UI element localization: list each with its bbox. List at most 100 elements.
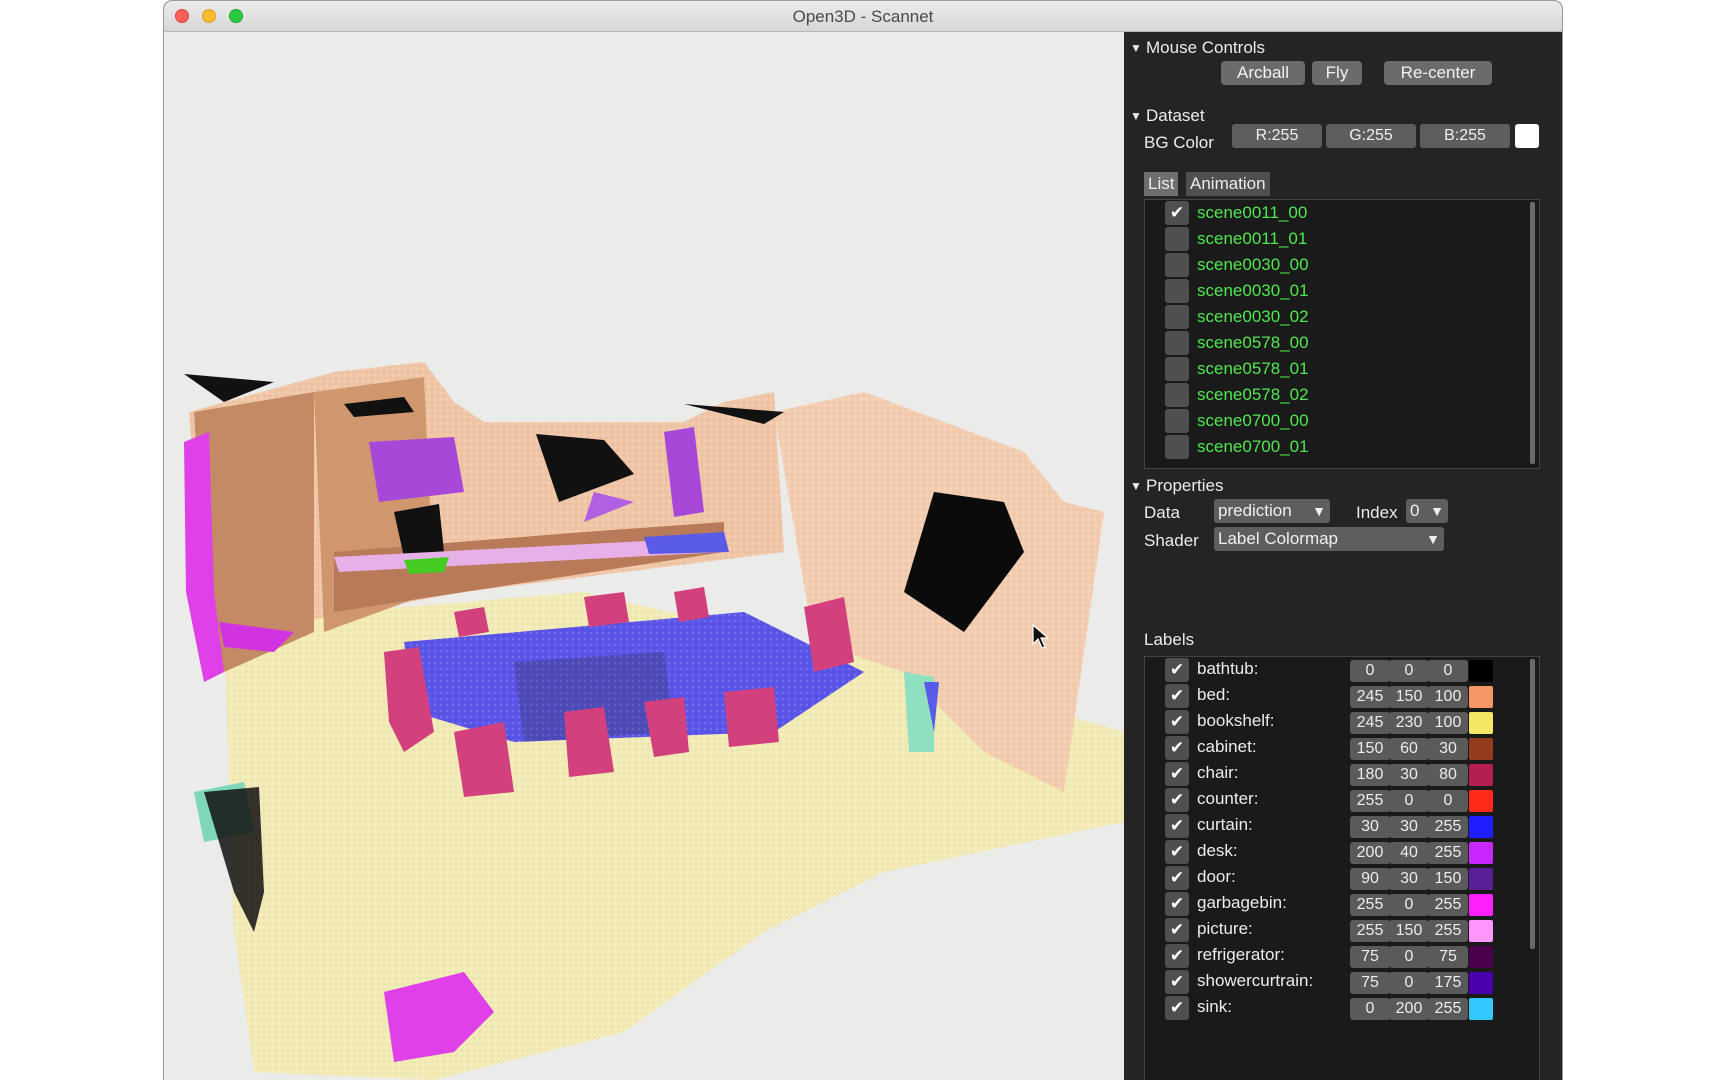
label-b-input[interactable]: 150 [1428, 868, 1468, 890]
label-g-input[interactable]: 0 [1389, 972, 1429, 994]
label-checkbox[interactable]: ✔ [1165, 762, 1189, 786]
label-r-input[interactable]: 255 [1350, 894, 1390, 916]
label-color-swatch[interactable] [1469, 842, 1493, 864]
label-b-input[interactable]: 255 [1428, 842, 1468, 864]
label-r-input[interactable]: 75 [1350, 946, 1390, 968]
mouse-controls-header[interactable]: ▼ Mouse Controls [1128, 38, 1265, 58]
label-g-input[interactable]: 200 [1389, 998, 1429, 1020]
scene-checkbox[interactable] [1165, 279, 1189, 303]
scene-checkbox[interactable] [1165, 357, 1189, 381]
label-checkbox[interactable]: ✔ [1165, 658, 1189, 682]
label-checkbox[interactable]: ✔ [1165, 944, 1189, 968]
arcball-button[interactable]: Arcball [1221, 61, 1305, 85]
label-r-input[interactable]: 245 [1350, 712, 1390, 734]
label-color-swatch[interactable] [1469, 712, 1493, 734]
label-r-input[interactable]: 180 [1350, 764, 1390, 786]
scene-checkbox[interactable] [1165, 305, 1189, 329]
label-g-input[interactable]: 40 [1389, 842, 1429, 864]
scene-list-item[interactable]: scene0700_01 [1145, 435, 1525, 461]
scene-checkbox[interactable] [1165, 383, 1189, 407]
label-b-input[interactable]: 255 [1428, 816, 1468, 838]
scene-list-item[interactable]: scene0030_00 [1145, 253, 1525, 279]
scene-list-item[interactable]: ✔ scene0011_00 [1145, 201, 1525, 227]
label-b-input[interactable]: 80 [1428, 764, 1468, 786]
label-r-input[interactable]: 0 [1350, 660, 1390, 682]
point-cloud-render[interactable] [164, 32, 1124, 1080]
label-g-input[interactable]: 30 [1389, 868, 1429, 890]
scene-checkbox[interactable] [1165, 331, 1189, 355]
label-checkbox[interactable]: ✔ [1165, 866, 1189, 890]
label-checkbox[interactable]: ✔ [1165, 970, 1189, 994]
index-select[interactable]: 0 ▼ [1406, 499, 1448, 523]
label-g-input[interactable]: 0 [1389, 946, 1429, 968]
label-b-input[interactable]: 75 [1428, 946, 1468, 968]
label-r-input[interactable]: 150 [1350, 738, 1390, 760]
bg-red-input[interactable]: R:255 [1232, 124, 1322, 148]
properties-header[interactable]: ▼ Properties [1128, 476, 1223, 496]
scene-list-item[interactable]: scene0578_02 [1145, 383, 1525, 409]
label-g-input[interactable]: 230 [1389, 712, 1429, 734]
label-checkbox[interactable]: ✔ [1165, 684, 1189, 708]
label-b-input[interactable]: 255 [1428, 920, 1468, 942]
label-color-swatch[interactable] [1469, 816, 1493, 838]
scene-list-scrollbar[interactable] [1530, 202, 1535, 464]
labels-list[interactable]: ✔ bathtub: 0 0 0 ✔ bed: 245 150 100 ✔ bookshelf: 245… [1144, 656, 1540, 1080]
scene-list-item[interactable]: scene0011_01 [1145, 227, 1525, 253]
scene-list[interactable]: ✔ scene0011_00 scene0011_01 scene0030_00 sce… [1144, 199, 1540, 469]
label-color-swatch[interactable] [1469, 868, 1493, 890]
label-checkbox[interactable]: ✔ [1165, 918, 1189, 942]
bg-color-swatch[interactable] [1515, 124, 1539, 148]
label-r-input[interactable]: 245 [1350, 686, 1390, 708]
label-color-swatch[interactable] [1469, 972, 1493, 994]
recenter-button[interactable]: Re-center [1384, 61, 1492, 85]
shader-select[interactable]: Label Colormap ▼ [1214, 527, 1444, 551]
label-checkbox[interactable]: ✔ [1165, 736, 1189, 760]
label-r-input[interactable]: 90 [1350, 868, 1390, 890]
label-checkbox[interactable]: ✔ [1165, 710, 1189, 734]
label-b-input[interactable]: 100 [1428, 712, 1468, 734]
label-r-input[interactable]: 200 [1350, 842, 1390, 864]
scene-list-item[interactable]: scene0700_00 [1145, 409, 1525, 435]
label-color-swatch[interactable] [1469, 946, 1493, 968]
label-g-input[interactable]: 60 [1389, 738, 1429, 760]
dataset-header[interactable]: ▼ Dataset [1128, 106, 1205, 126]
label-g-input[interactable]: 0 [1389, 660, 1429, 682]
label-b-input[interactable]: 255 [1428, 998, 1468, 1020]
bg-blue-input[interactable]: B:255 [1420, 124, 1510, 148]
tab-list[interactable]: List [1144, 172, 1179, 196]
fly-button[interactable]: Fly [1312, 61, 1362, 85]
label-b-input[interactable]: 0 [1428, 790, 1468, 812]
bg-green-input[interactable]: G:255 [1326, 124, 1416, 148]
label-g-input[interactable]: 150 [1389, 686, 1429, 708]
scene-checkbox[interactable] [1165, 435, 1189, 459]
scene-checkbox[interactable] [1165, 227, 1189, 251]
scene-list-item[interactable]: scene0030_02 [1145, 305, 1525, 331]
label-r-input[interactable]: 255 [1350, 920, 1390, 942]
label-g-input[interactable]: 0 [1389, 894, 1429, 916]
label-g-input[interactable]: 150 [1389, 920, 1429, 942]
label-g-input[interactable]: 0 [1389, 790, 1429, 812]
label-color-swatch[interactable] [1469, 686, 1493, 708]
label-b-input[interactable]: 255 [1428, 894, 1468, 916]
label-color-swatch[interactable] [1469, 660, 1493, 682]
scene-checkbox[interactable] [1165, 253, 1189, 277]
scene-checkbox[interactable] [1165, 409, 1189, 433]
label-color-swatch[interactable] [1469, 790, 1493, 812]
label-checkbox[interactable]: ✔ [1165, 840, 1189, 864]
3d-viewport[interactable] [164, 32, 1124, 1080]
label-r-input[interactable]: 255 [1350, 790, 1390, 812]
label-color-swatch[interactable] [1469, 998, 1493, 1020]
label-b-input[interactable]: 175 [1428, 972, 1468, 994]
label-r-input[interactable]: 0 [1350, 998, 1390, 1020]
label-checkbox[interactable]: ✔ [1165, 788, 1189, 812]
label-g-input[interactable]: 30 [1389, 816, 1429, 838]
label-checkbox[interactable]: ✔ [1165, 892, 1189, 916]
scene-list-item[interactable]: scene0030_01 [1145, 279, 1525, 305]
label-r-input[interactable]: 75 [1350, 972, 1390, 994]
label-color-swatch[interactable] [1469, 738, 1493, 760]
label-color-swatch[interactable] [1469, 920, 1493, 942]
scene-list-item[interactable]: scene0578_01 [1145, 357, 1525, 383]
data-select[interactable]: prediction ▼ [1214, 499, 1330, 523]
label-r-input[interactable]: 30 [1350, 816, 1390, 838]
label-g-input[interactable]: 30 [1389, 764, 1429, 786]
